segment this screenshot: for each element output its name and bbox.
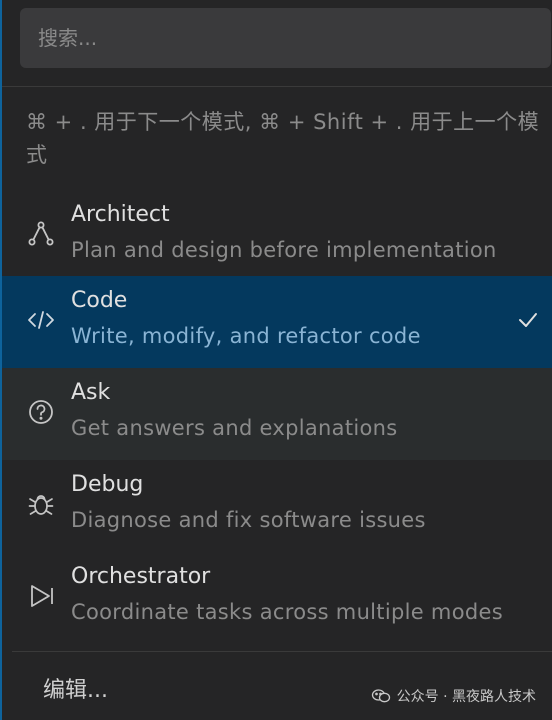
mode-description: Coordinate tasks across multiple modes: [71, 600, 503, 624]
watermark: 公众号 · 黑夜路人技术: [371, 686, 536, 706]
mode-description: Plan and design before implementation: [71, 238, 497, 262]
wechat-icon: [371, 688, 391, 704]
architect-nodes-icon: [27, 220, 55, 248]
mode-item-ask[interactable]: Ask Get answers and explanations: [2, 368, 552, 460]
checkmark-icon: [516, 308, 540, 332]
play-forward-icon: [27, 582, 55, 610]
mode-title: Code: [71, 288, 128, 313]
divider: [12, 651, 552, 652]
search-box[interactable]: [20, 8, 551, 68]
mode-item-orchestrator[interactable]: Orchestrator Coordinate tasks across mul…: [2, 552, 552, 644]
mode-item-debug[interactable]: Debug Diagnose and fix software issues: [2, 460, 552, 552]
mode-description: Get answers and explanations: [71, 416, 398, 440]
mode-title: Debug: [71, 472, 144, 497]
mode-item-architect[interactable]: Architect Plan and design before impleme…: [2, 190, 552, 282]
watermark-text: 公众号 · 黑夜路人技术: [396, 689, 536, 705]
bug-icon: [27, 490, 55, 518]
search-input[interactable]: [20, 8, 551, 68]
code-brackets-icon: [27, 306, 55, 334]
mode-description: Diagnose and fix software issues: [71, 508, 426, 532]
question-circle-icon: [27, 398, 55, 426]
mode-title: Orchestrator: [71, 564, 211, 589]
mode-item-code[interactable]: Code Write, modify, and refactor code: [2, 276, 552, 368]
edit-modes-item[interactable]: 编辑...: [43, 672, 108, 704]
mode-picker-panel: ⌘ + . 用于下一个模式, ⌘ + Shift + . 用于上一个模式 Arc…: [0, 0, 552, 720]
mode-title: Architect: [71, 202, 170, 227]
mode-description: Write, modify, and refactor code: [71, 324, 421, 348]
mode-title: Ask: [71, 380, 111, 405]
keyboard-hint: ⌘ + . 用于下一个模式, ⌘ + Shift + . 用于上一个模式: [26, 110, 540, 167]
divider: [2, 86, 552, 87]
